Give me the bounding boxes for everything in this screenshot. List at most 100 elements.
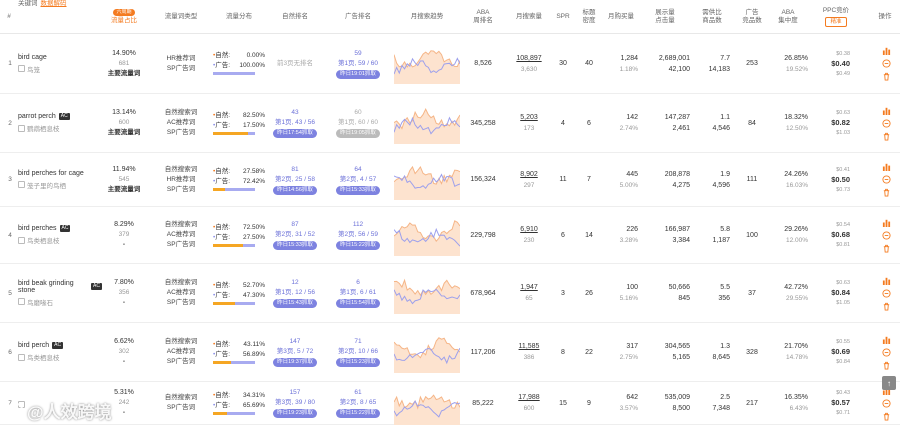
ad-rank-value[interactable]: 6 xyxy=(356,278,360,288)
keyword-cn-text: 鸟磨喙石 xyxy=(27,299,53,307)
header-msearch[interactable]: 月搜索量 xyxy=(508,0,550,34)
ppc-low: $0.41 xyxy=(836,166,850,173)
row-checkbox[interactable] xyxy=(18,298,25,305)
bar-chart-icon[interactable] xyxy=(882,276,891,285)
search-trend-sparkline[interactable] xyxy=(393,386,461,425)
trash-icon[interactable] xyxy=(882,244,891,253)
keyword-text[interactable]: bird perches xyxy=(18,225,57,232)
row-checkbox[interactable] xyxy=(18,236,25,244)
minus-circle-icon[interactable] xyxy=(881,288,891,298)
keyword-text[interactable]: bird perches for cage xyxy=(18,170,84,177)
natural-rank-value[interactable]: 157 xyxy=(290,388,301,398)
keyword-text[interactable]: bird cage xyxy=(18,54,47,61)
natural-rank-capture-pill[interactable]: 昨日15:33抓取 xyxy=(273,241,317,250)
trash-icon[interactable] xyxy=(882,72,891,81)
natural-rank-capture-pill[interactable]: 昨日15:43抓取 xyxy=(273,299,317,308)
trash-icon[interactable] xyxy=(882,361,891,370)
minus-circle-icon[interactable] xyxy=(881,175,891,184)
dist-natural-label: •自然: xyxy=(213,167,230,177)
traffic-distribution-cell: •自然: 27.58% •广告: 72.42% xyxy=(213,153,265,206)
search-trend-sparkline[interactable] xyxy=(393,160,461,200)
scroll-top-button[interactable]: ↑ xyxy=(882,376,896,390)
bar-chart-icon[interactable] xyxy=(882,46,891,55)
monthly-search-value[interactable]: 5,203 xyxy=(520,112,538,123)
row-checkbox[interactable] xyxy=(18,65,25,72)
impressions-value: 304,565 xyxy=(664,343,690,350)
bar-chart-icon[interactable] xyxy=(882,218,891,227)
ppc-match-select[interactable]: 精准 xyxy=(825,17,847,27)
header-tden[interactable]: 标题 密度 xyxy=(578,0,600,34)
bar-chart-icon[interactable] xyxy=(882,162,891,171)
supply-demand-ratio: 5.5 xyxy=(720,284,730,291)
monthly-search-value[interactable]: 6,910 xyxy=(520,224,538,235)
ad-rank-capture-pill[interactable]: 昨日15:22抓取 xyxy=(336,409,380,418)
ad-rank-capture-pill[interactable]: 昨日15:23抓取 xyxy=(336,358,380,367)
word-type-label: 自然搜索词 xyxy=(164,338,198,345)
natural-rank-value[interactable]: 147 xyxy=(290,337,301,347)
ad-percent: 17.50% xyxy=(242,121,265,129)
search-trend-sparkline[interactable] xyxy=(393,274,461,314)
monthly-search-value[interactable]: 17,988 xyxy=(518,392,539,403)
ad-rank-capture-pill[interactable]: 昨日15:33抓取 xyxy=(336,185,380,195)
row-checkbox[interactable] xyxy=(18,353,25,361)
monthly-search-value[interactable]: 108,897 xyxy=(516,53,541,64)
trash-icon[interactable] xyxy=(882,302,891,311)
natural-rank-value[interactable]: 87 xyxy=(291,220,298,230)
header-clk[interactable]: 展示量 点击量 xyxy=(640,0,690,34)
minus-circle-icon[interactable] xyxy=(881,59,891,68)
natural-rank-capture-pill[interactable]: 昨日19:37抓取 xyxy=(273,358,317,367)
ad-rank-value[interactable]: 59 xyxy=(354,49,361,59)
minus-circle-icon[interactable] xyxy=(881,118,891,128)
header-share[interactable]: 六周期 流量占比 xyxy=(104,0,144,34)
ad-rank-capture-pill[interactable]: 昨日19:05抓取 xyxy=(336,129,380,138)
bar-chart-icon[interactable] xyxy=(882,335,891,344)
natural-rank-capture-pill[interactable]: 昨日19:23抓取 xyxy=(273,409,317,418)
ad-rank-value[interactable]: 64 xyxy=(354,165,361,175)
header-aba[interactable]: ABA 周排名 xyxy=(462,0,504,34)
keyword-decode-link[interactable]: 数据解码 xyxy=(41,0,67,8)
search-trend-sparkline[interactable] xyxy=(393,104,461,144)
keyword-text[interactable]: parrot perch xyxy=(18,113,56,120)
spr-value: 8 xyxy=(561,348,565,356)
minus-circle-icon[interactable] xyxy=(881,230,891,240)
header-adp[interactable]: 广告 竞品数 xyxy=(740,0,764,34)
trash-icon[interactable] xyxy=(882,188,891,197)
trash-icon[interactable] xyxy=(882,412,891,421)
ad-rank-value[interactable]: 71 xyxy=(354,337,361,347)
impressions-value: 50,666 xyxy=(668,284,690,291)
natural-rank-value[interactable]: 12 xyxy=(291,278,298,288)
ad-rank-capture-pill[interactable]: 昨日15:54抓取 xyxy=(336,299,380,308)
header-spr[interactable]: SPR xyxy=(554,0,572,34)
keyword-text[interactable]: bird beak grinding stone xyxy=(18,280,88,294)
trash-icon[interactable] xyxy=(882,132,891,141)
row-checkbox[interactable] xyxy=(18,181,25,188)
minus-circle-icon[interactable] xyxy=(881,347,891,357)
header-cmp[interactable]: 需供比 商品数 xyxy=(694,0,730,34)
natural-rank-value[interactable]: 81 xyxy=(291,165,298,175)
dist-natural-line: •自然: 82.50% xyxy=(213,111,265,121)
search-trend-sparkline[interactable] xyxy=(393,216,461,256)
natural-rank-page: 第2页, 31 / 52 xyxy=(274,231,316,238)
monthly-search-value[interactable]: 11,585 xyxy=(519,341,540,352)
header-conc[interactable]: ABA 集中度 xyxy=(768,0,808,34)
ad-rank-capture-pill[interactable]: 昨日19:01抓取 xyxy=(336,69,380,79)
keyword-text[interactable]: bird perch xyxy=(18,342,49,349)
natural-rank-capture-pill[interactable]: 昨日14:56抓取 xyxy=(273,185,317,195)
daily-search-value: 65 xyxy=(525,295,533,302)
search-trend-sparkline[interactable] xyxy=(393,44,461,84)
supply-demand-cell: 5.8 1,187 xyxy=(694,207,730,263)
ad-rank-value[interactable]: 61 xyxy=(354,388,361,398)
ppc-suggested: $0.82 xyxy=(831,118,850,127)
bar-chart-icon[interactable] xyxy=(882,106,891,115)
header-buy[interactable]: 月购买量 xyxy=(604,0,638,34)
monthly-search-value[interactable]: 1,947 xyxy=(520,282,538,293)
ad-rank-capture-pill[interactable]: 昨日15:22抓取 xyxy=(336,241,380,250)
row-checkbox[interactable] xyxy=(18,124,25,132)
search-trend-sparkline[interactable] xyxy=(393,333,461,373)
ad-rank-value[interactable]: 60 xyxy=(354,108,361,118)
natural-rank-capture-pill[interactable]: 昨日17:54抓取 xyxy=(273,129,317,138)
ad-rank-value[interactable]: 112 xyxy=(353,220,363,230)
minus-circle-icon[interactable] xyxy=(881,398,891,408)
monthly-search-value[interactable]: 8,902 xyxy=(520,169,538,180)
natural-rank-value[interactable]: 43 xyxy=(291,108,298,118)
